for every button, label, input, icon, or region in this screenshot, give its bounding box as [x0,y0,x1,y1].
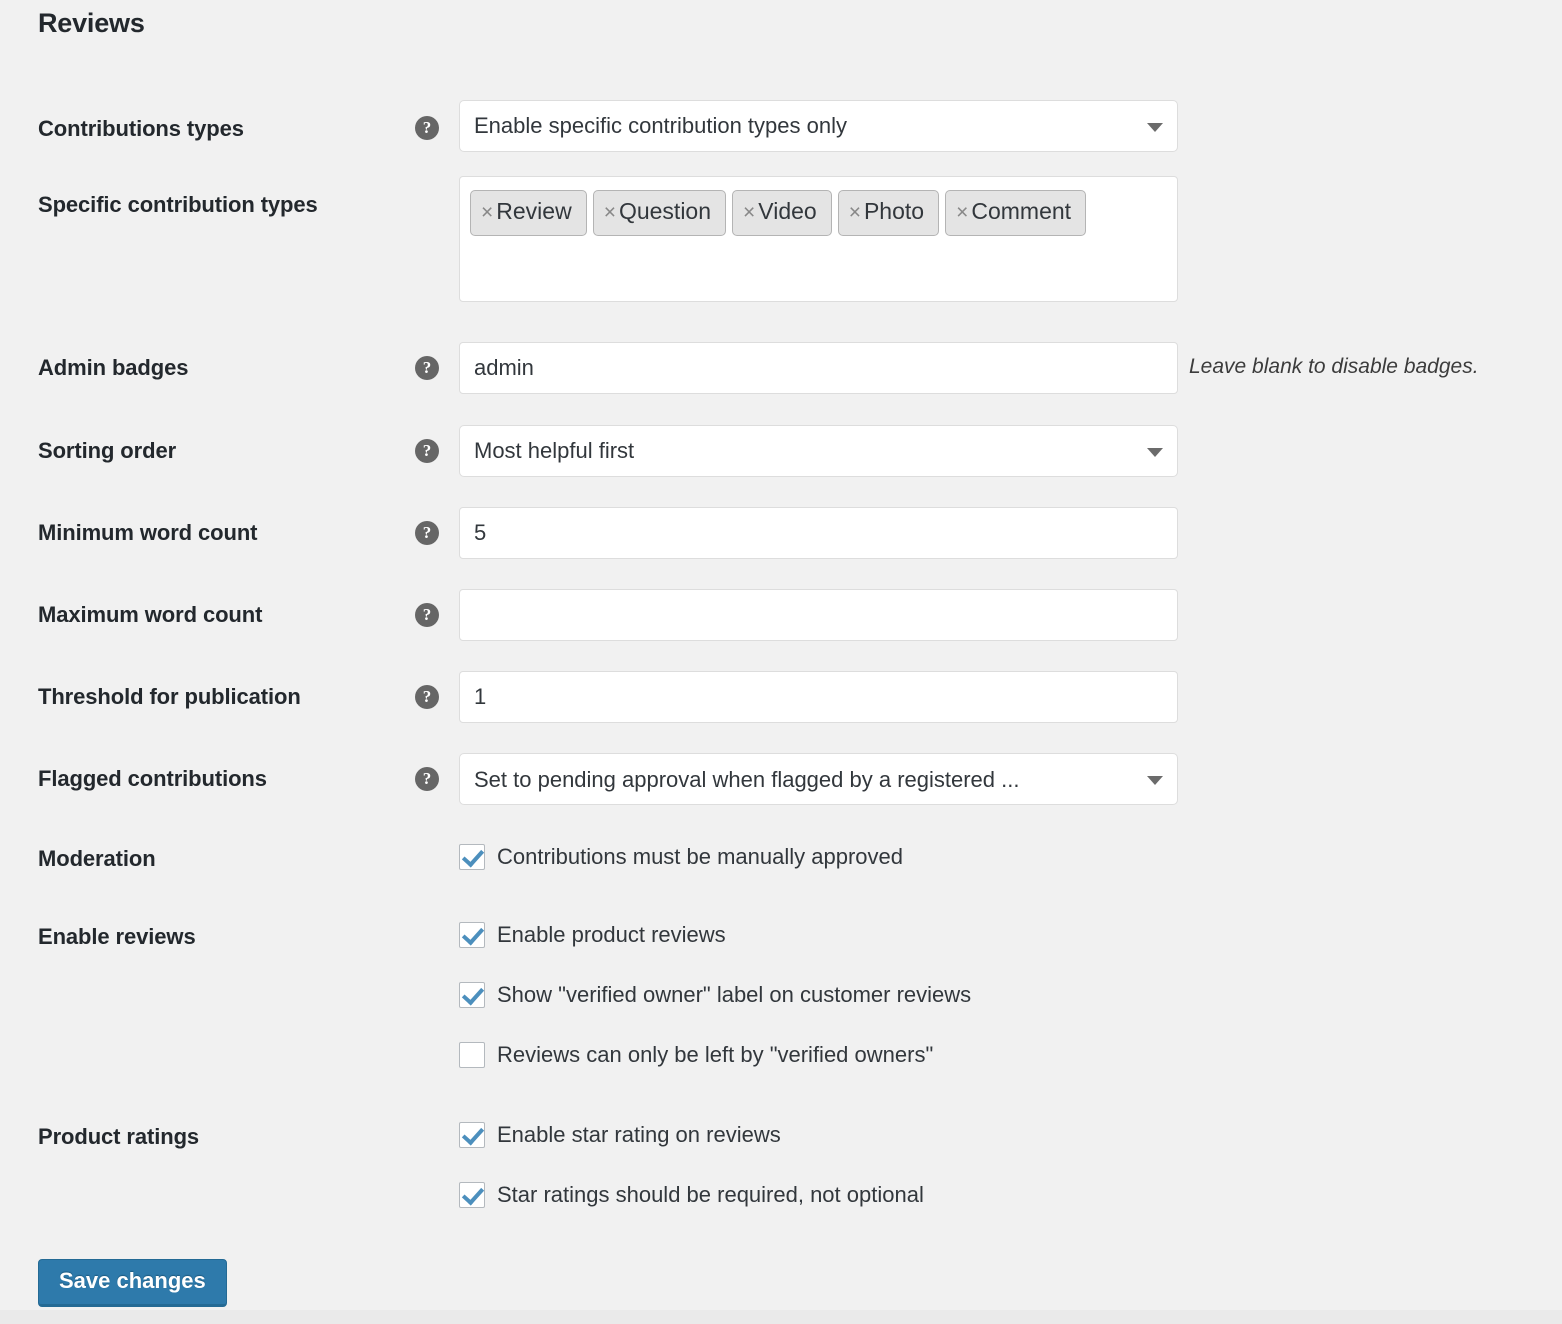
admin-badges-hint: Leave blank to disable badges. [1189,355,1479,379]
flagged-contributions-value: Set to pending approval when flagged by … [474,755,1019,805]
save-button[interactable]: Save changes [38,1259,227,1307]
sorting-order-value: Most helpful first [474,438,634,463]
row-contributions-types: Contributions types ? Enable specific co… [0,108,1562,160]
label-flagged-contributions: Flagged contributions [38,766,398,792]
label-admin-badges: Admin badges [38,355,398,381]
chevron-down-icon [1147,448,1163,457]
help-icon[interactable]: ? [415,767,439,791]
help-icon[interactable]: ? [415,521,439,545]
help-icon[interactable]: ? [415,685,439,709]
remove-tag-icon[interactable]: × [481,201,493,224]
label-sorting-order: Sorting order [38,438,398,464]
help-icon[interactable]: ? [415,603,439,627]
tag-label: Question [619,198,711,224]
help-icon[interactable]: ? [415,116,439,140]
remove-tag-icon[interactable]: × [743,201,755,224]
checkbox-label: Contributions must be manually approved [497,844,903,870]
checkbox-row[interactable]: Contributions must be manually approved [459,844,903,874]
tag-chip[interactable]: ×Comment [945,190,1086,236]
label-minimum-word-count: Minimum word count [38,520,398,546]
tag-label: Comment [971,198,1071,224]
footer-divider [0,1310,1562,1324]
remove-tag-icon[interactable]: × [956,201,968,224]
row-flagged-contributions: Flagged contributions ? Set to pending a… [0,766,1562,818]
tag-chip[interactable]: ×Photo [838,190,939,236]
label-enable-reviews: Enable reviews [38,924,398,950]
checkbox-checked-icon[interactable] [459,844,485,870]
flagged-contributions-select[interactable]: Set to pending approval when flagged by … [459,753,1178,805]
label-moderation: Moderation [38,846,398,872]
admin-badges-input[interactable]: admin [459,342,1178,394]
minimum-word-count-input[interactable]: 5 [459,507,1178,559]
contributions-types-select[interactable]: Enable specific contribution types only [459,100,1178,152]
label-maximum-word-count: Maximum word count [38,602,398,628]
tag-chip[interactable]: ×Review [470,190,587,236]
remove-tag-icon[interactable]: × [604,201,616,224]
checkbox-row[interactable]: Show "verified owner" label on customer … [459,982,971,1012]
checkbox-checked-icon[interactable] [459,982,485,1008]
tag-label: Review [496,198,571,224]
checkbox-label: Show "verified owner" label on customer … [497,982,971,1008]
checkbox-row[interactable]: Enable product reviews [459,922,726,952]
label-specific-contribution-types: Specific contribution types [38,192,398,218]
checkbox-row[interactable]: Reviews can only be left by "verified ow… [459,1042,933,1072]
sorting-order-select[interactable]: Most helpful first [459,425,1178,477]
remove-tag-icon[interactable]: × [849,201,861,224]
chevron-down-icon [1147,776,1163,785]
label-product-ratings: Product ratings [38,1124,398,1150]
tag-label: Video [758,198,816,224]
threshold-for-publication-input[interactable]: 1 [459,671,1178,723]
checkbox-checked-icon[interactable] [459,1182,485,1208]
tag-chip[interactable]: ×Video [732,190,832,236]
specific-contribution-types-tagbox[interactable]: ×Review×Question×Video×Photo×Comment [459,176,1178,302]
chevron-down-icon [1147,123,1163,132]
checkbox-label: Enable star rating on reviews [497,1122,781,1148]
settings-page: Reviews Contributions types ? Enable spe… [0,0,1562,1324]
checkbox-unchecked-icon[interactable] [459,1042,485,1068]
label-contributions-types: Contributions types [38,116,398,142]
help-icon[interactable]: ? [415,356,439,380]
page-title: Reviews [38,8,145,39]
tag-chip[interactable]: ×Question [593,190,726,236]
contributions-types-value: Enable specific contribution types only [474,113,847,138]
tag-label: Photo [864,198,924,224]
help-icon[interactable]: ? [415,439,439,463]
checkbox-row[interactable]: Star ratings should be required, not opt… [459,1182,924,1212]
label-threshold-for-publication: Threshold for publication [38,684,398,710]
row-sorting-order: Sorting order ? Most helpful first [0,438,1562,490]
checkbox-label: Star ratings should be required, not opt… [497,1182,924,1208]
maximum-word-count-input[interactable] [459,589,1178,641]
checkbox-label: Enable product reviews [497,922,726,948]
checkbox-row[interactable]: Enable star rating on reviews [459,1122,781,1152]
checkbox-label: Reviews can only be left by "verified ow… [497,1042,933,1068]
checkbox-checked-icon[interactable] [459,1122,485,1148]
checkbox-checked-icon[interactable] [459,922,485,948]
